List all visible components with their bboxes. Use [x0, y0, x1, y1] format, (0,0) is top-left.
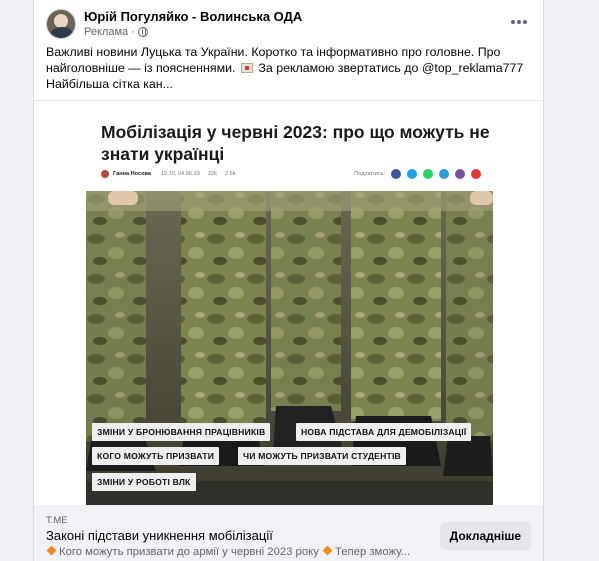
article-title: Мобілізація у червні 2023: про що можуть… [101, 122, 490, 164]
page-name-link[interactable]: Юрій Погуляйко - Волинська ОДА [84, 9, 302, 24]
topic-tag: КОГО МОЖУТЬ ПРИЗВАТИ [92, 447, 220, 465]
ad-image[interactable]: Мобілізація у червні 2023: про що можуть… [34, 100, 543, 506]
topic-tag: НОВА ПІДСТАВА ДЛЯ ДЕМОБІЛІЗАЦІЇ [296, 423, 472, 441]
article-date: 12:15, 04.06.23 [161, 171, 200, 177]
topic-tag: ЗМІНИ У БРОНЮВАННЯ ПРАЦІВНИКІВ [92, 423, 271, 441]
article-meta: Ганна Носова 12:15, 04.06.23 22k 2.6k По… [101, 167, 481, 181]
article-views: 22k [207, 171, 217, 177]
share-icon [423, 169, 433, 179]
globe-icon [137, 27, 148, 37]
share-icon [471, 169, 481, 179]
article-author: Ганна Носова [113, 171, 152, 177]
share-icon [407, 169, 417, 179]
link-preview[interactable]: T.ME Законі підстави уникнення мобілізац… [34, 505, 543, 561]
link-description: Кого можуть призвати до армії у червні 2… [46, 546, 446, 558]
link-domain: T.ME [46, 515, 68, 526]
post-text: Важливі новини Луцька та України. Коротк… [46, 44, 536, 92]
link-desc-part1: Кого можуть призвати до армії у червні 2… [59, 546, 319, 558]
share-label: Поділитись: [354, 171, 385, 177]
sponsored-text: Реклама · [84, 26, 135, 38]
share-icon [391, 169, 401, 179]
sponsored-label: Реклама · [84, 26, 148, 38]
share-icons [391, 169, 481, 179]
envelope-icon [240, 63, 253, 73]
link-title[interactable]: Законі підстави уникнення мобілізації [46, 528, 273, 543]
orange-diamond-icon [46, 546, 57, 556]
share-icon [455, 169, 465, 179]
share-icon [439, 169, 449, 179]
more-options-icon[interactable] [507, 12, 531, 32]
topic-tag: ЧИ МОЖУТЬ ПРИЗВАТИ СТУДЕНТІВ [238, 447, 406, 465]
topic-tag: ЗМІНИ У РОБОТІ ВЛК [92, 473, 196, 491]
learn-more-button[interactable]: Докладніше [439, 522, 531, 550]
ad-post-card: Юрій Погуляйко - Волинська ОДА Реклама ·… [33, 0, 544, 561]
page-avatar[interactable] [46, 9, 76, 39]
post-header: Юрій Погуляйко - Волинська ОДА Реклама · [34, 0, 543, 40]
orange-diamond-icon [322, 546, 333, 556]
link-desc-part2: Тепер зможу... [335, 546, 411, 558]
author-avatar [101, 170, 109, 178]
article-comments: 2.6k [224, 171, 236, 177]
